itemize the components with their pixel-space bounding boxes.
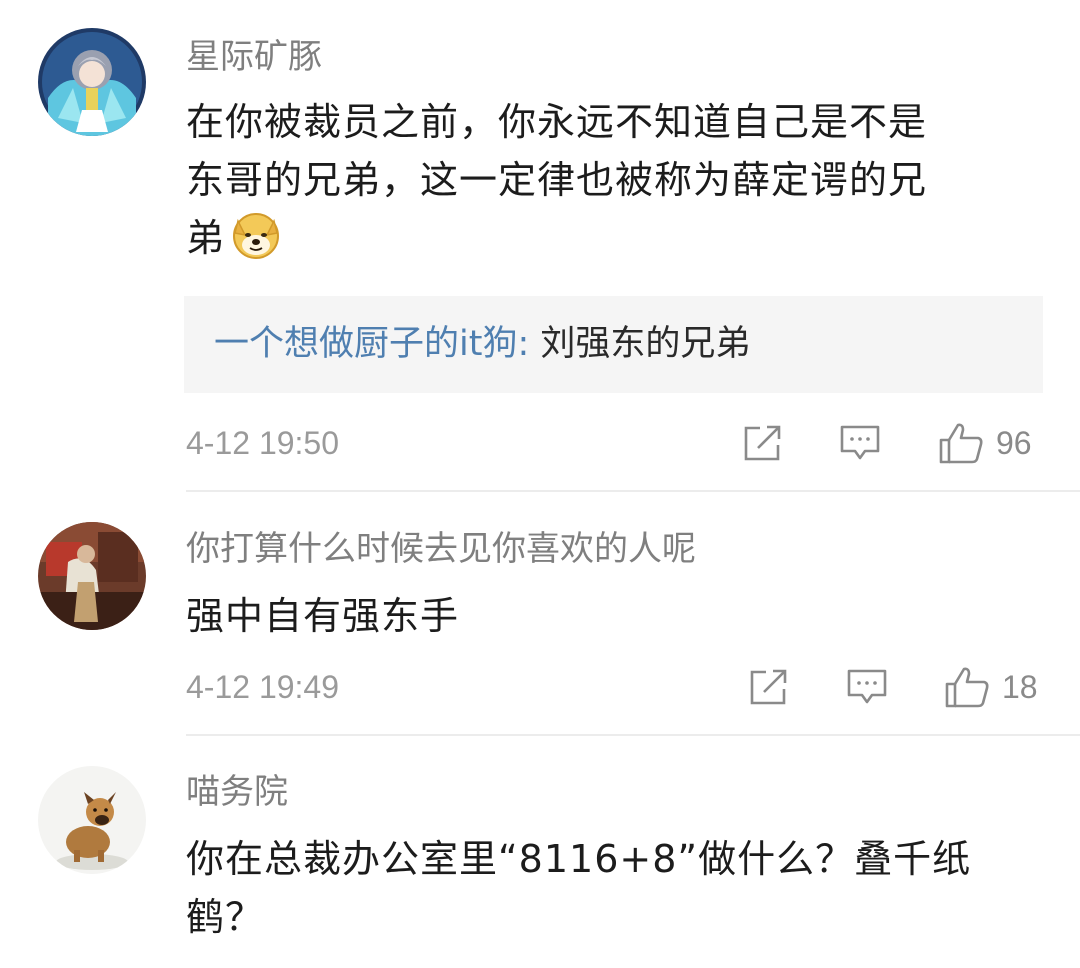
reply-preview[interactable]: 一个想做厨子的it狗: 刘强东的兄弟	[184, 296, 1043, 393]
comment-text-line: 强中自有强东手	[186, 594, 460, 638]
comment-button[interactable]	[846, 662, 888, 712]
comment-text-line: 弟	[186, 209, 1046, 267]
divider	[186, 490, 1080, 492]
share-button[interactable]	[748, 662, 790, 712]
comment-text-line: 东哥的兄弟，这一定律也被称为薛定谔的兄	[186, 158, 928, 202]
username[interactable]: 星际矿豚	[186, 35, 322, 79]
comment-text-line: 在你被裁员之前，你永远不知道自己是不是	[186, 100, 928, 144]
username[interactable]: 你打算什么时候去见你喜欢的人呢	[186, 527, 696, 571]
share-button[interactable]	[742, 418, 784, 468]
username[interactable]: 喵务院	[186, 770, 288, 814]
comment-button[interactable]	[839, 418, 881, 468]
comment-text-line: 你在总裁办公室里“8116+8”做什么？叠千纸	[186, 837, 972, 881]
like-count: 18	[1002, 668, 1038, 705]
share-icon	[750, 669, 787, 705]
doge-emoji	[233, 213, 280, 259]
comment-icon	[847, 669, 887, 704]
thumbs-up-icon	[945, 667, 989, 708]
like-button[interactable]: 96	[938, 418, 1032, 468]
avatar-puppy-image	[38, 766, 146, 874]
timestamp: 4-12 19:50	[186, 425, 340, 461]
like-count: 96	[996, 424, 1032, 461]
like-button[interactable]: 18	[944, 662, 1038, 712]
comment-meta: 4-12 19:49 18	[186, 662, 1042, 712]
comment-text: 在你被裁员之前，你永远不知道自己是不是 东哥的兄弟，这一定律也被称为薛定谔的兄 …	[186, 93, 1046, 267]
avatar[interactable]	[38, 522, 146, 630]
avatar[interactable]	[38, 28, 146, 136]
avatar[interactable]	[38, 766, 146, 874]
reply-username[interactable]: 一个想做厨子的it狗	[214, 324, 517, 364]
comment-icon	[840, 425, 880, 460]
share-icon	[744, 425, 781, 461]
divider	[186, 734, 1080, 736]
comment-text: 强中自有强东手	[186, 587, 1046, 645]
comment-text: 你在总裁办公室里“8116+8”做什么？叠千纸 鹤？	[186, 830, 1046, 946]
comment-meta: 4-12 19:50 96	[186, 418, 1042, 468]
avatar-anime-girl-image	[38, 28, 146, 136]
comment-text-line: 鹤？	[186, 895, 265, 939]
timestamp: 4-12 19:49	[186, 669, 340, 705]
avatar-illustration-image	[38, 522, 146, 630]
reply-colon: :	[517, 324, 530, 364]
thumbs-up-icon	[939, 423, 983, 464]
reply-text: 刘强东的兄弟	[529, 324, 751, 364]
